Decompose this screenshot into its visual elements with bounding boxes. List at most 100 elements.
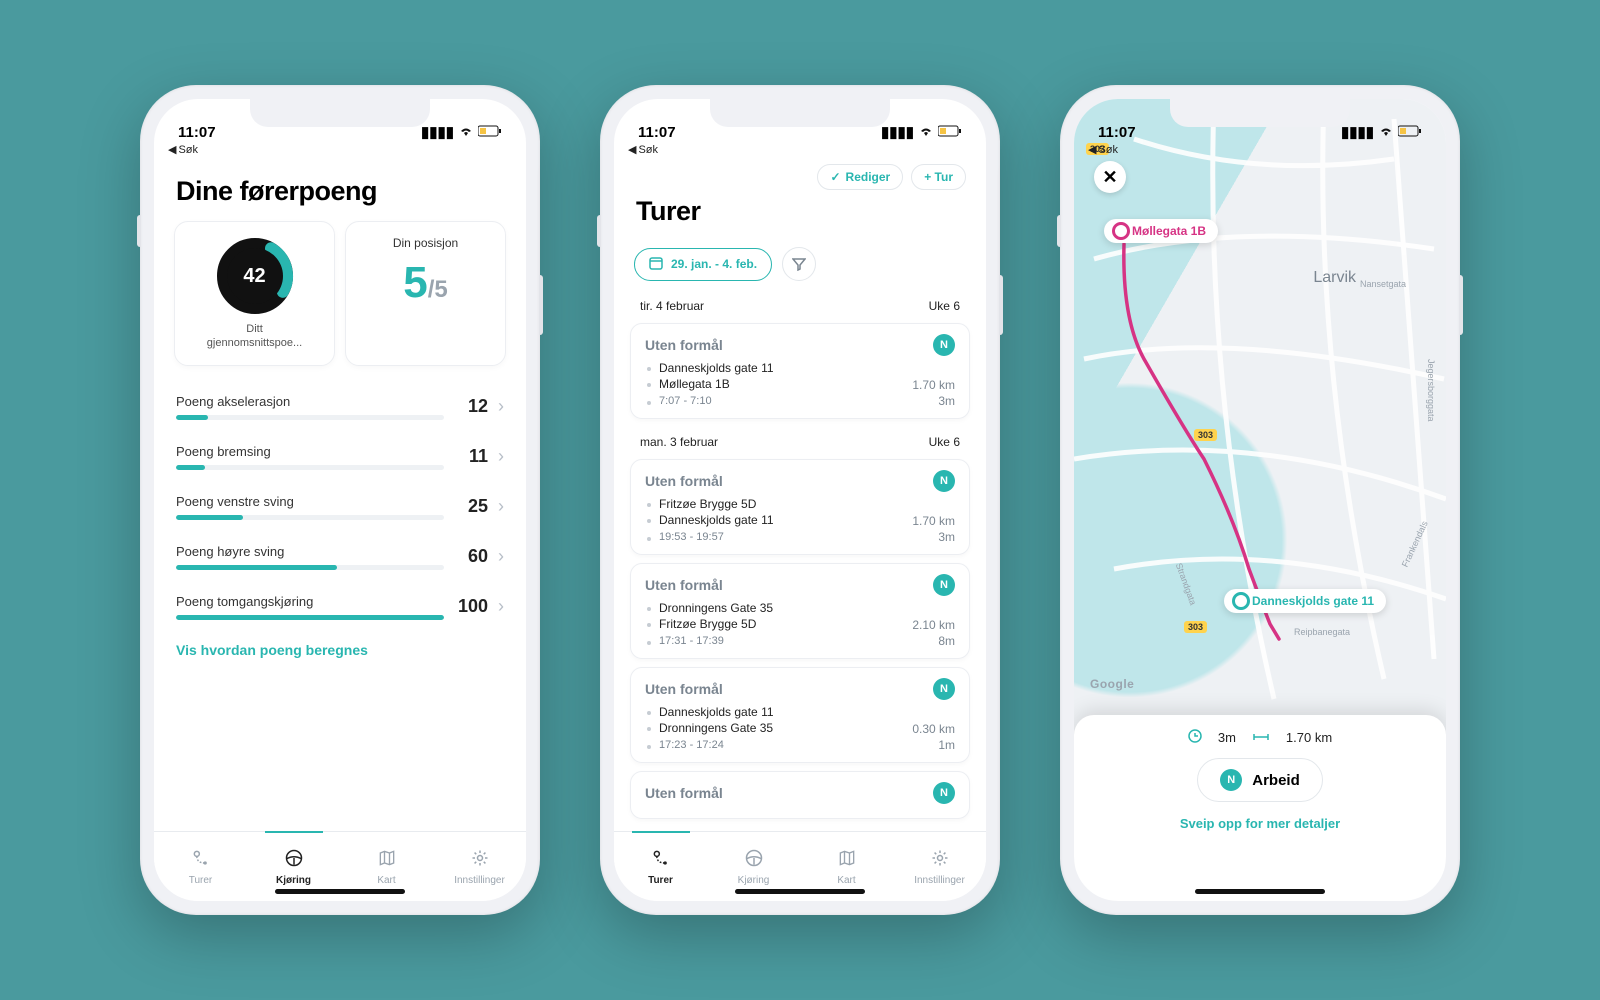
battery-icon [1398,124,1422,141]
trip-duration: 1m [912,738,955,752]
filter-button[interactable] [782,247,816,281]
trip-from: Fritzøe Brygge 5D [645,496,902,512]
kart-icon [377,848,397,871]
position-card: Din posisjon 5/5 [345,221,506,366]
close-button[interactable]: ✕ [1094,161,1126,193]
innstillinger-icon [930,848,950,871]
metric-value: 12 [454,396,488,417]
metric-value: 11 [454,446,488,467]
position-value: 5 [403,258,427,307]
phone-trips: 11:07 ▮▮▮▮ ◀ Søk ✓ Rediger + Tur [600,85,1000,915]
trip-card[interactable]: Uten formål N Danneskjolds gate 11 Dronn… [630,667,970,763]
avg-score-card: 42 Ditt gjennomsnittspoe... [174,221,335,366]
tab-turer[interactable]: Turer [614,832,707,901]
tab-turer[interactable]: Turer [154,832,247,901]
battery-icon [478,124,502,141]
status-icons: ▮▮▮▮ [421,123,502,141]
back-link[interactable]: ◀ Søk [614,143,986,158]
metric-row[interactable]: Poeng venstre sving 25 › [176,484,504,534]
innstillinger-icon [470,848,490,871]
clock: 11:07 [638,124,676,141]
metric-row[interactable]: Poeng høyre sving 60 › [176,534,504,584]
trip-distance: 1.70 km [912,378,955,392]
trip-to: Møllegata 1B [645,376,902,392]
route-start-label[interactable]: Møllegata 1B [1104,219,1218,243]
notch [1170,99,1350,127]
chevron-right-icon: › [498,396,504,417]
battery-icon [938,124,962,141]
trip-purpose: Uten formål [645,473,723,489]
trip-from: Dronningens Gate 35 [645,600,902,616]
chevron-right-icon: › [498,496,504,517]
trip-card[interactable]: Uten formål N [630,771,970,819]
trip-badge: N [933,470,955,492]
trip-time: 17:23 - 17:24 [645,738,902,752]
trip-duration: 3m [912,530,955,544]
road-badge: 303 [1184,621,1207,633]
filter-icon [792,257,806,271]
chevron-right-icon: › [498,446,504,467]
trip-duration: 3m [912,394,955,408]
kart-icon [837,848,857,871]
day-header: tir. 4 februarUke 6 [614,291,986,319]
trip-from: Danneskjolds gate 11 [645,360,902,376]
score-value: 42 [227,248,283,304]
edit-button[interactable]: ✓ Rediger [817,164,903,190]
trip-badge: N [933,678,955,700]
metric-row[interactable]: Poeng akselerasjon 12 › [176,384,504,434]
trip-card[interactable]: Uten formål N Danneskjolds gate 11 Mølle… [630,323,970,419]
metric-label: Poeng akselerasjon [176,394,444,409]
home-indicator [275,889,405,894]
clock: 11:07 [178,124,216,141]
route-end-label[interactable]: Danneskjolds gate 11 [1224,589,1386,613]
trip-badge: N [933,574,955,596]
bottom-sheet[interactable]: 3m 1.70 km N Arbeid Sveip opp for mer de… [1074,715,1446,901]
tab-innstillinger[interactable]: Innstillinger [893,832,986,901]
wifi-icon [918,124,934,141]
check-icon: ✓ [830,170,840,184]
trip-distance: 1.70 km [1286,730,1332,745]
trip-card[interactable]: Uten formål N Dronningens Gate 35 Fritzø… [630,563,970,659]
trip-distance: 0.30 km [912,722,955,736]
metric-row[interactable]: Poeng bremsing 11 › [176,434,504,484]
turer-icon [191,848,211,871]
tab-innstillinger[interactable]: Innstillinger [433,832,526,901]
home-indicator [735,889,865,894]
trip-distance: 1.70 km [912,514,955,528]
trip-category-button[interactable]: N Arbeid [1197,758,1323,802]
status-icons: ▮▮▮▮ [881,123,962,141]
signal-icon: ▮▮▮▮ [881,123,914,141]
distance-icon [1252,730,1270,745]
phone-driver-points: 11:07 ▮▮▮▮ ◀ Søk Dine førerpoeng [140,85,540,915]
date-range-button[interactable]: 29. jan. - 4. feb. [634,248,772,281]
how-points-link[interactable]: Vis hvordan poeng beregnes [154,634,526,666]
wifi-icon [1378,124,1394,141]
back-link[interactable]: ◀ Søk [1074,143,1446,158]
phone-map: Larvik 303 303 303 Nansetgata Jegersborg… [1060,85,1460,915]
trip-duration: 8m [912,634,955,648]
kjoring-icon [284,848,304,871]
chevron-right-icon: › [498,596,504,617]
trip-badge: N [933,334,955,356]
wifi-icon [458,124,474,141]
city-label: Larvik [1313,269,1356,287]
kjoring-icon [744,848,764,871]
chevron-right-icon: › [498,546,504,567]
trip-to: Dronningens Gate 35 [645,720,902,736]
trip-purpose: Uten formål [645,681,723,697]
category-badge: N [1220,769,1242,791]
back-link[interactable]: ◀ Søk [154,143,526,158]
signal-icon: ▮▮▮▮ [421,123,454,141]
status-icons: ▮▮▮▮ [1341,123,1422,141]
trip-purpose: Uten formål [645,785,723,801]
metric-row[interactable]: Poeng tomgangskjøring 100 › [176,584,504,634]
metric-value: 60 [454,546,488,567]
score-gauge: 42 [215,236,295,316]
trip-from: Danneskjolds gate 11 [645,704,902,720]
notch [250,99,430,127]
metric-label: Poeng venstre sving [176,494,444,509]
add-trip-button[interactable]: + Tur [911,164,966,190]
trip-card[interactable]: Uten formål N Fritzøe Brygge 5D Danneskj… [630,459,970,555]
google-attribution: Google [1090,677,1134,691]
trip-time: 19:53 - 19:57 [645,530,902,544]
